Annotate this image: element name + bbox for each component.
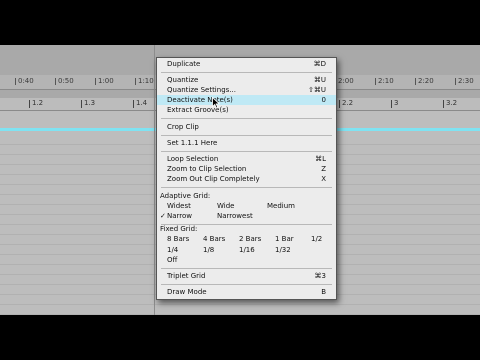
menu-item-label: Loop Selection: [167, 155, 219, 163]
grid-option-2-bars[interactable]: 2 Bars: [239, 234, 261, 244]
grid-option-1-8[interactable]: 1/8: [203, 245, 214, 255]
menu-item-quantize[interactable]: Quantize ⌘U: [157, 75, 336, 85]
menu-separator: [161, 135, 332, 136]
menu-item-label: Set 1.1.1 Here: [167, 139, 218, 147]
checkmark-icon: ✓: [160, 212, 166, 220]
beat-tick: 1.3: [80, 99, 96, 108]
time-tick: 1:00: [95, 77, 114, 85]
menu-item-label: Quantize Settings...: [167, 86, 236, 94]
menu-item-shortcut: ⌘U: [313, 76, 326, 84]
context-menu: Duplicate ⌘D Quantize ⌘U Quantize Settin…: [156, 57, 337, 300]
beat-tick: 3.2: [442, 99, 458, 108]
menu-item-quantize-settings[interactable]: Quantize Settings... ⇧⌘U: [157, 85, 336, 95]
grid-option-1-16[interactable]: 1/16: [239, 245, 255, 255]
menu-item-shortcut: Z: [321, 165, 326, 173]
beat-tick: 1.2: [28, 99, 44, 108]
grid-option-wide[interactable]: Wide: [217, 201, 234, 211]
grid-option-1-2[interactable]: 1/2: [311, 234, 322, 244]
menu-item-label: Zoom to Clip Selection: [167, 165, 247, 173]
time-tick: 0:40: [15, 77, 34, 85]
menu-item-label: Triplet Grid: [167, 272, 206, 280]
menu-item-label: Quantize: [167, 76, 199, 84]
menu-item-zoom-selection[interactable]: Zoom to Clip Selection Z: [157, 164, 336, 174]
menu-item-label: Deactivate Note(s): [167, 96, 233, 104]
time-tick: 0:50: [55, 77, 74, 85]
grid-option-1-32[interactable]: 1/32: [275, 245, 291, 255]
adaptive-grid-heading: Adaptive Grid:: [160, 192, 211, 200]
beat-tick: 2.2: [338, 99, 354, 108]
grid-option-off[interactable]: Off: [167, 255, 177, 265]
menu-separator: [161, 151, 332, 152]
grid-option-narrowest[interactable]: Narrowest: [217, 211, 253, 221]
menu-item-shortcut: ⌘D: [313, 60, 326, 68]
grid-option-medium[interactable]: Medium: [267, 201, 295, 211]
time-tick: 2:20: [415, 77, 434, 85]
menu-separator: [161, 72, 332, 73]
menu-item-extract-groove[interactable]: Extract Groove(s): [157, 105, 336, 115]
menu-item-loop-selection[interactable]: Loop Selection ⌘L: [157, 154, 336, 164]
menu-item-shortcut: B: [321, 288, 326, 296]
menu-item-label: Duplicate: [167, 60, 201, 68]
menu-item-draw-mode[interactable]: Draw Mode B: [157, 287, 336, 297]
menu-separator: [161, 284, 332, 285]
menu-item-set-start[interactable]: Set 1.1.1 Here: [157, 138, 336, 148]
grid-option-1-bar[interactable]: 1 Bar: [275, 234, 294, 244]
fixed-grid-heading: Fixed Grid:: [160, 225, 198, 233]
menu-item-label: Draw Mode: [167, 288, 207, 296]
time-tick: 2:30: [455, 77, 474, 85]
menu-item-crop-clip[interactable]: Crop Clip: [157, 122, 336, 132]
menu-separator: [161, 268, 332, 269]
menu-item-label: Zoom Out Clip Completely: [167, 175, 260, 183]
grid-option-4-bars[interactable]: 4 Bars: [203, 234, 225, 244]
menu-item-triplet-grid[interactable]: Triplet Grid ⌘3: [157, 271, 336, 281]
menu-separator: [161, 118, 332, 119]
time-tick: 1:10: [135, 77, 154, 85]
menu-item-deactivate-notes[interactable]: Deactivate Note(s) 0: [157, 95, 336, 105]
menu-separator: [161, 187, 332, 188]
grid-option-8-bars[interactable]: 8 Bars: [167, 234, 189, 244]
menu-item-zoom-out[interactable]: Zoom Out Clip Completely X: [157, 174, 336, 184]
grid-option-1-4[interactable]: 1/4: [167, 245, 178, 255]
time-tick: 2:00: [335, 77, 354, 85]
grid-option-narrow[interactable]: Narrow: [167, 211, 192, 221]
beat-tick: 1.4: [132, 99, 148, 108]
time-tick: 2:10: [375, 77, 394, 85]
menu-item-shortcut: ⌘3: [314, 272, 326, 280]
menu-item-label: Crop Clip: [167, 123, 199, 131]
menu-item-shortcut: 0: [321, 96, 326, 104]
beat-tick: 3: [390, 99, 399, 108]
insert-marker: [154, 45, 155, 315]
menu-item-shortcut: ⌘L: [315, 155, 326, 163]
mouse-cursor-icon: [212, 97, 220, 109]
menu-item-shortcut: ⇧⌘U: [308, 86, 326, 94]
grid-option-widest[interactable]: Widest: [167, 201, 191, 211]
menu-item-shortcut: X: [321, 175, 326, 183]
menu-item-duplicate[interactable]: Duplicate ⌘D: [157, 59, 336, 69]
